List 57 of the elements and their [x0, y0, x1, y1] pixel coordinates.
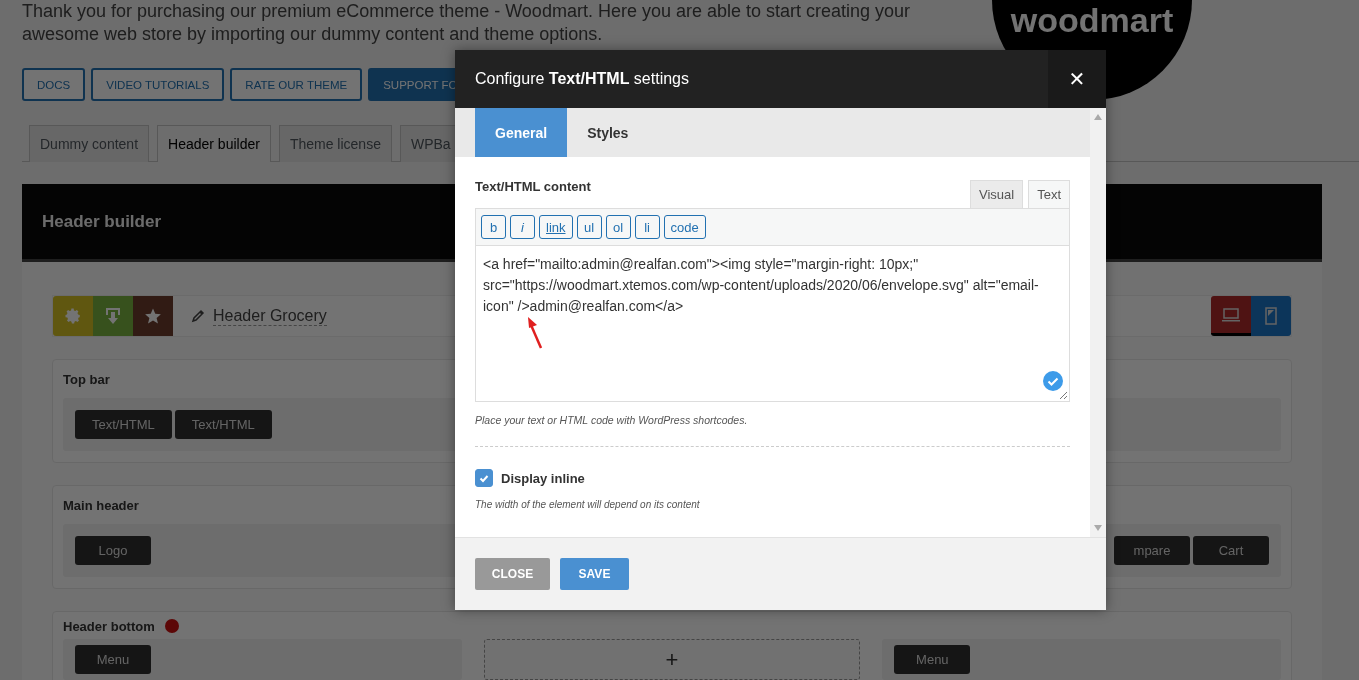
header-name[interactable]: Header Grocery	[213, 306, 327, 326]
intro-text: Thank you for purchasing our premium eCommerce theme - Woodmart. Here you are able to start creating your awesome web store by importing our dummy content and theme options.	[22, 0, 911, 46]
scroll-down-icon[interactable]	[1094, 525, 1102, 531]
tab[interactable]: General	[475, 108, 568, 157]
checkbox[interactable]	[475, 469, 493, 487]
annotation-arrow	[526, 316, 544, 350]
builder-title: Header builder	[42, 211, 162, 232]
format-button[interactable]: b	[481, 215, 506, 239]
nav-button[interactable]: RATE OUR THEME	[230, 68, 363, 101]
element-button[interactable]: Menu	[894, 645, 971, 674]
nav-button[interactable]: VIDEO TUTORIALS	[91, 68, 225, 101]
nav-button[interactable]: DOCS	[22, 68, 86, 101]
close-button[interactable]: ✕	[1048, 50, 1106, 108]
import-button[interactable]	[93, 296, 133, 336]
desktop-view-button[interactable]	[1211, 296, 1251, 336]
download-icon	[105, 307, 121, 325]
favorite-button[interactable]	[133, 296, 173, 336]
scrollbar[interactable]	[1090, 108, 1106, 537]
row-title: Top bar	[63, 371, 110, 387]
format-button[interactable]: link	[539, 215, 573, 239]
resize-handle-icon	[1059, 391, 1068, 400]
checkbox-label: Display inline	[501, 470, 585, 486]
element-button[interactable]: Text/HTML	[174, 410, 272, 439]
format-button[interactable]: ul	[576, 215, 602, 239]
scroll-up-icon[interactable]	[1094, 114, 1102, 120]
element-button[interactable]: Cart	[1193, 536, 1269, 565]
format-button[interactable]: ol	[605, 215, 631, 239]
field-label: Text/HTML content	[475, 179, 591, 194]
add-element-button[interactable]: +	[483, 639, 861, 680]
row-title: Header bottom	[63, 618, 155, 634]
element-button[interactable]: mpare	[1114, 536, 1190, 565]
settings-icon	[64, 307, 82, 325]
editor-mode-tab[interactable]: Text	[1028, 180, 1070, 208]
laptop-icon	[1221, 306, 1241, 323]
row-title: Main header	[63, 497, 139, 513]
format-button[interactable]: code	[663, 215, 706, 239]
hint-text: Place your text or HTML code with WordPress shortcodes.	[475, 414, 749, 426]
pencil-icon	[191, 309, 205, 323]
format-button[interactable]: li	[634, 215, 660, 239]
editor-field[interactable]	[475, 208, 1070, 402]
check-icon	[1043, 371, 1063, 391]
tab[interactable]: Theme license	[278, 125, 392, 162]
editor-mode-tab[interactable]: Visual	[969, 180, 1024, 208]
tab[interactable]: Dummy content	[29, 125, 150, 162]
phone-icon	[1265, 307, 1277, 325]
element-button[interactable]: Menu	[75, 645, 151, 674]
tab[interactable]: Header builder	[157, 125, 271, 162]
description-text: The width of the element will depend on its content	[475, 499, 701, 510]
settings-button[interactable]	[53, 296, 93, 336]
tab[interactable]: Styles	[567, 108, 649, 157]
format-button[interactable]: i	[510, 215, 535, 239]
star-icon	[144, 307, 162, 325]
mobile-view-button[interactable]	[1251, 296, 1291, 336]
element-button[interactable]: Logo	[75, 536, 151, 565]
element-button[interactable]: Text/HTML	[75, 410, 172, 439]
save-button[interactable]: SAVE	[560, 558, 629, 590]
close-button[interactable]: CLOSE	[475, 558, 550, 590]
